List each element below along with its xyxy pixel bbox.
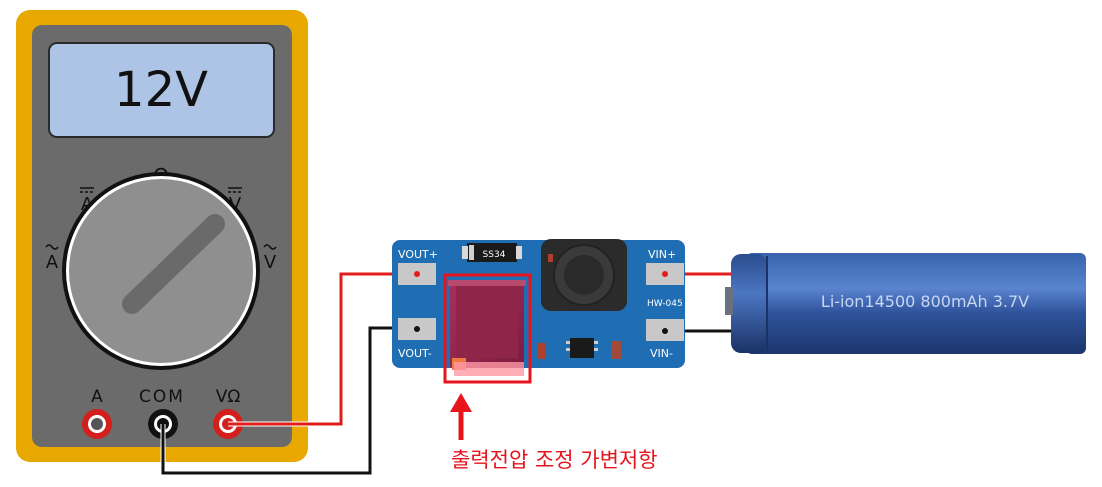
multimeter: 12V Ω A V A V A COM VΩ bbox=[16, 10, 308, 462]
pad-vin-minus[interactable] bbox=[646, 319, 684, 341]
annotation: 출력전압 조정 가변저항 bbox=[450, 393, 658, 472]
label-model: HW-045 bbox=[647, 299, 683, 309]
svg-text:V: V bbox=[264, 252, 277, 273]
inductor bbox=[541, 239, 627, 311]
jack-label-vohm: VΩ bbox=[216, 387, 241, 407]
battery-terminal bbox=[725, 287, 733, 315]
label-vout-plus: VOUT+ bbox=[398, 248, 438, 261]
diode-ss34: SS34 bbox=[462, 243, 522, 262]
battery: Li-ion14500 800mAh 3.7V bbox=[725, 253, 1086, 354]
pad-vout-minus[interactable] bbox=[398, 318, 436, 340]
boost-module: VOUT+ VOUT- VIN+ VIN- SS34 HW-045 bbox=[392, 239, 685, 384]
lcd-reading: 12V bbox=[114, 62, 208, 118]
label-vin-plus: VIN+ bbox=[648, 248, 676, 261]
label-vin-minus: VIN- bbox=[650, 347, 673, 360]
battery-label: Li-ion14500 800mAh 3.7V bbox=[821, 292, 1029, 311]
annotation-text: 출력전압 조정 가변저항 bbox=[451, 448, 658, 472]
potentiometer[interactable] bbox=[448, 280, 526, 376]
circuit-diagram: 12V Ω A V A V A COM VΩ bbox=[16, 10, 1086, 476]
smd-resistor-1 bbox=[537, 343, 545, 359]
svg-text:SS34: SS34 bbox=[483, 250, 506, 260]
smd-capacitor-1 bbox=[611, 341, 621, 359]
label-vout-minus: VOUT- bbox=[398, 347, 432, 360]
annotation-arrow-head bbox=[450, 393, 472, 412]
pad-vin-plus[interactable] bbox=[646, 263, 684, 285]
jack-label-com: COM bbox=[139, 387, 185, 407]
smd-resistor-2 bbox=[548, 254, 553, 262]
jack-a[interactable] bbox=[82, 409, 112, 439]
jack-label-a: A bbox=[91, 387, 103, 407]
pad-vout-plus[interactable] bbox=[398, 263, 436, 285]
ic-chip bbox=[566, 338, 598, 358]
battery-cap bbox=[731, 254, 767, 353]
svg-text:A: A bbox=[46, 252, 59, 273]
